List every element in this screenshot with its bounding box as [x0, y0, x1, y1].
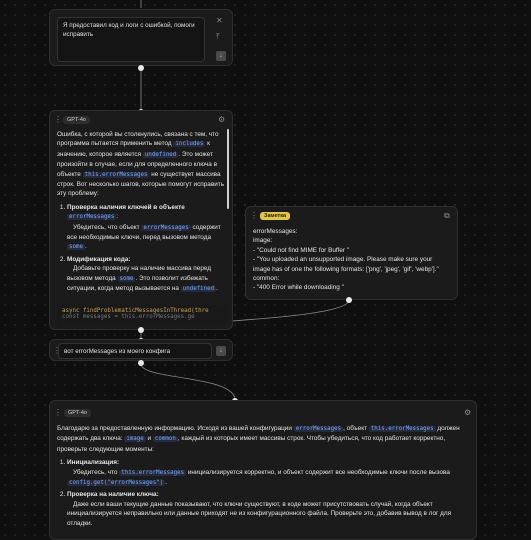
upload-icon[interactable]: ⤒ — [216, 32, 220, 42]
response-node-2[interactable]: ⋮ GPT-4o ⚙ Благодарю за предоставленную … — [49, 400, 477, 540]
node-handle-bottom-2[interactable] — [138, 327, 144, 333]
scrollbar-1[interactable] — [227, 129, 229, 209]
node-handle-bottom-1[interactable] — [138, 65, 144, 71]
model-badge-2: GPT-4o — [64, 409, 91, 417]
response-text-2: Благодарю за предоставленную информацию.… — [57, 424, 469, 530]
prompt-input-1[interactable]: Я предоставил код и логи с ошибкой, помо… — [57, 17, 205, 62]
arrow-down-icon: ↓ — [219, 52, 223, 59]
response-node-1[interactable]: ⋮ GPT-4o ⚙ Ошибка, с которой вы столкнул… — [49, 110, 233, 330]
gear-icon[interactable]: ⚙ — [464, 408, 471, 418]
gear-icon[interactable]: ⚙ — [218, 115, 225, 125]
send-button-1[interactable]: ↓ — [216, 51, 226, 61]
send-button-2[interactable]: ↓ — [216, 346, 226, 356]
drag-handle-icon[interactable]: ⋮ — [54, 115, 62, 125]
close-icon[interactable]: ✕ — [216, 16, 223, 26]
model-badge-1: GPT-4o — [63, 116, 90, 124]
response-text-1: Ошибка, с которой вы столкнулись, связан… — [57, 130, 225, 297]
drag-handle-icon[interactable]: ⋮ — [54, 408, 62, 418]
expand-icon[interactable]: ⧉ — [444, 211, 450, 221]
arrow-down-icon: ↓ — [219, 347, 223, 354]
code-block-1: async findProblematicMessagesInThread(th… — [57, 305, 227, 327]
note-badge: Заметка — [260, 212, 291, 220]
prompt-node-2[interactable]: ⋮ вот errorMessages из моего конфига ↓ — [49, 339, 233, 361]
prompt-input-2[interactable]: вот errorMessages из моего конфига — [58, 343, 212, 359]
drag-handle-icon[interactable]: ⋮ — [250, 211, 258, 221]
note-handle-bottom[interactable] — [346, 297, 352, 303]
note-text: errorMessages: image: - "Could not find … — [253, 228, 439, 292]
prompt-text-2: вот errorMessages из моего конфига — [64, 348, 171, 355]
prompt-text-1: Я предоставил код и логи с ошибкой, помо… — [63, 22, 195, 38]
node-handle-bottom-3[interactable] — [138, 360, 144, 366]
prompt-node-1[interactable]: Я предоставил код и логи с ошибкой, помо… — [49, 9, 233, 66]
note-node[interactable]: ⋮ Заметка ⧉ errorMessages: image: - "Cou… — [245, 206, 458, 300]
